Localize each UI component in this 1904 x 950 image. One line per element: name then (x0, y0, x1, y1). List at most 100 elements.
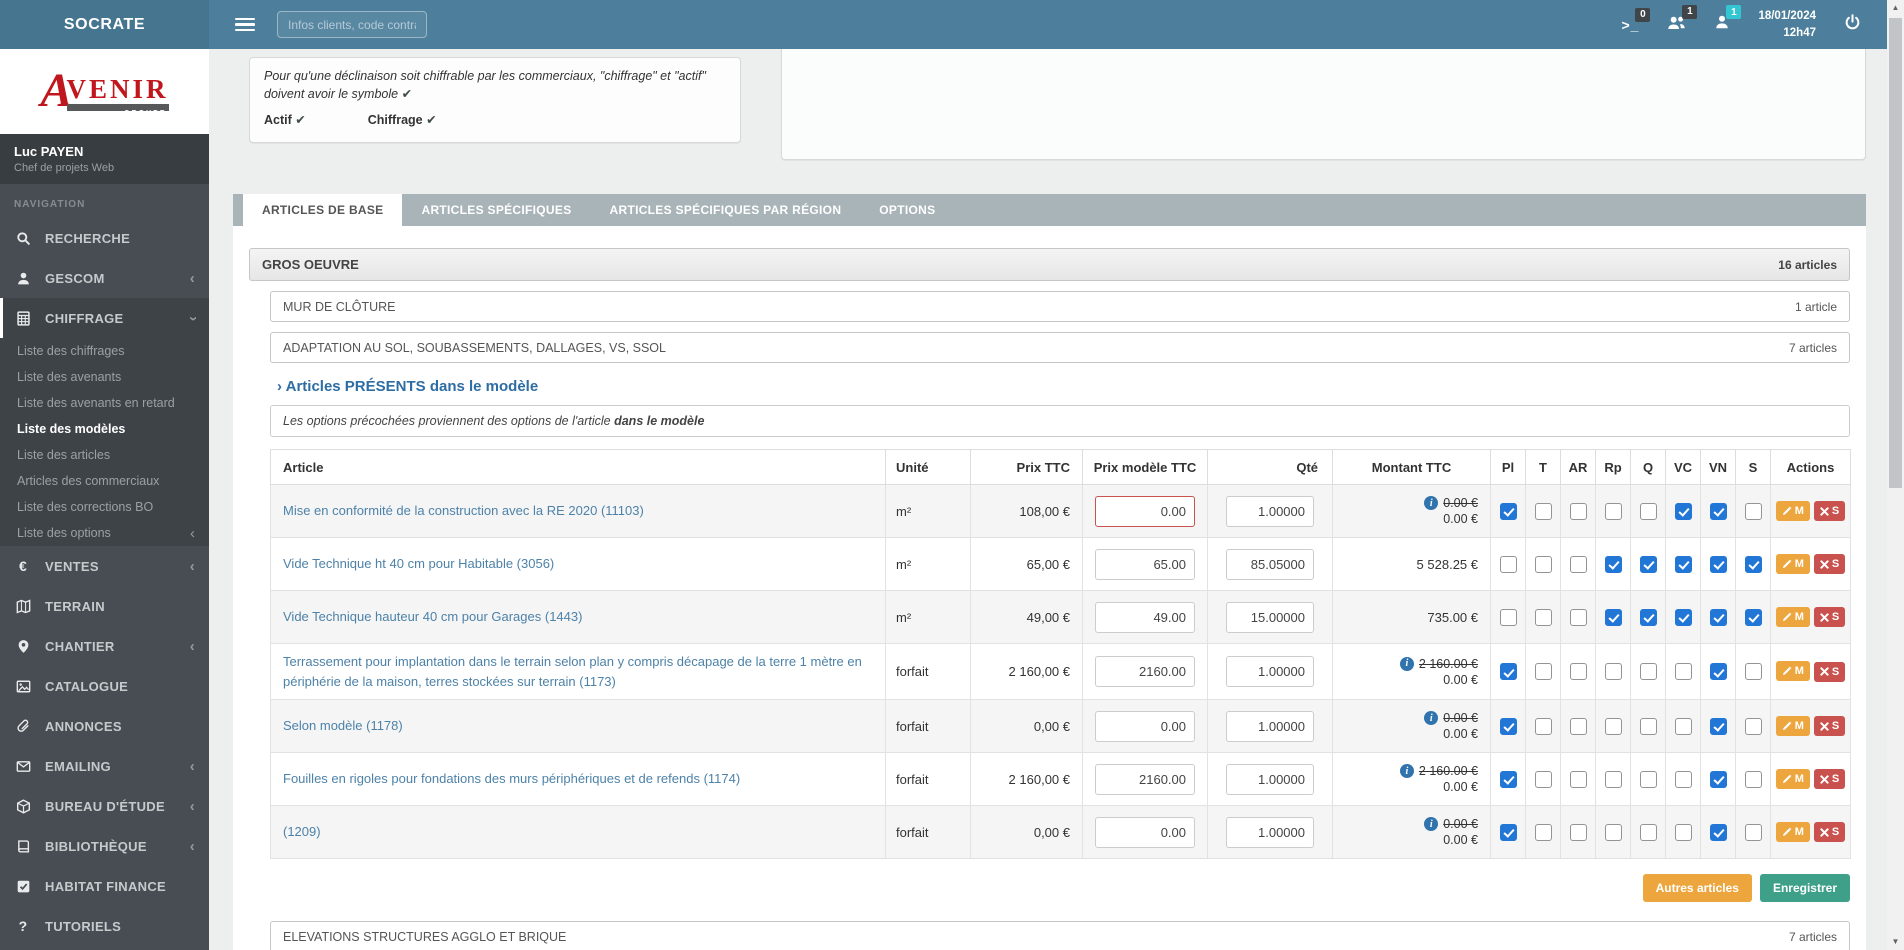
sidebar-subitem-liste-des-articles[interactable]: Liste des articles (0, 442, 209, 468)
sidebar-item-emailing[interactable]: EMAILING ‹ (0, 746, 209, 786)
scroll-up-icon[interactable]: ▲ (1887, 0, 1904, 16)
checkbox-vc[interactable] (1674, 823, 1692, 841)
qte-input[interactable] (1226, 710, 1314, 742)
checkbox-vc[interactable] (1674, 663, 1692, 681)
scroll-down-icon[interactable]: ▼ (1887, 934, 1904, 950)
modify-button[interactable]: M (1775, 606, 1810, 627)
checkbox-pl[interactable] (1499, 717, 1517, 735)
checkbox-rp[interactable] (1604, 663, 1622, 681)
checkbox-rp[interactable] (1604, 608, 1622, 626)
sidebar-subitem-liste-des-modeles[interactable]: Liste des modèles (0, 416, 209, 442)
qte-input[interactable] (1226, 495, 1314, 527)
article-link[interactable]: Terrassement pour implantation dans le t… (283, 654, 862, 689)
checkbox-rp[interactable] (1604, 555, 1622, 573)
qte-input[interactable] (1226, 763, 1314, 795)
info-icon[interactable]: i (1424, 496, 1439, 510)
qte-input[interactable] (1226, 656, 1314, 687)
checkbox-ar[interactable] (1569, 608, 1587, 626)
info-icon[interactable]: i (1399, 656, 1414, 671)
checkbox-s[interactable] (1744, 823, 1762, 841)
checkbox-vn[interactable] (1709, 823, 1727, 841)
checkbox-ar[interactable] (1569, 770, 1587, 788)
clients-icon[interactable]: 1 (1667, 4, 1698, 36)
checkbox-ar[interactable] (1569, 555, 1587, 573)
article-link[interactable]: Selon modèle (1178) (283, 718, 403, 733)
article-link[interactable]: Vide Technique ht 40 cm pour Habitable (… (283, 556, 554, 571)
suppress-button[interactable]: S (1813, 607, 1846, 628)
prix-modele-input[interactable] (1095, 710, 1195, 742)
menu-toggle-icon[interactable] (235, 15, 255, 35)
suppress-button[interactable]: S (1813, 661, 1846, 682)
user-icon[interactable]: 1 (1714, 5, 1742, 35)
section-header-elevations[interactable]: ELEVATIONS STRUCTURES AGGLO ET BRIQUE 7 … (270, 921, 1850, 950)
terminal-icon[interactable]: >_ 0 (1621, 7, 1651, 33)
scrollbar-thumb[interactable] (1889, 18, 1902, 488)
checkbox-rp[interactable] (1604, 823, 1622, 841)
article-link[interactable]: Fouilles en rigoles pour fondations des … (283, 771, 740, 786)
prix-modele-input[interactable] (1095, 763, 1195, 795)
sidebar-item-gescom[interactable]: GESCOM ‹ (0, 258, 209, 298)
modify-button[interactable]: M (1775, 768, 1810, 789)
checkbox-t[interactable] (1534, 717, 1552, 735)
prix-modele-input[interactable] (1095, 601, 1195, 633)
article-link[interactable]: Vide Technique hauteur 40 cm pour Garage… (283, 609, 582, 624)
checkbox-t[interactable] (1534, 555, 1552, 573)
checkbox-q[interactable] (1639, 663, 1657, 681)
article-link[interactable]: Mise en conformité de la construction av… (283, 503, 644, 518)
modify-button[interactable]: M (1775, 821, 1810, 842)
checkbox-vc[interactable] (1674, 555, 1692, 573)
checkbox-pl[interactable] (1499, 663, 1517, 681)
checkbox-pl[interactable] (1499, 555, 1517, 573)
power-icon[interactable] (1844, 13, 1861, 36)
checkbox-ar[interactable] (1569, 663, 1587, 681)
checkbox-rp[interactable] (1604, 770, 1622, 788)
qte-input[interactable] (1226, 601, 1314, 633)
checkbox-ar[interactable] (1569, 717, 1587, 735)
sidebar-item-habitat-finance[interactable]: HABITAT FINANCE (0, 866, 209, 906)
sidebar-item-ventes[interactable]: € VENTES ‹ (0, 546, 209, 586)
sidebar-item-chiffrage[interactable]: CHIFFRAGE ‹ (0, 298, 209, 338)
section-header-gros-oeuvre[interactable]: GROS OEUVRE 16 articles (249, 248, 1850, 281)
sidebar-item-terrain[interactable]: TERRAIN (0, 586, 209, 626)
sidebar-item-annonces[interactable]: ANNONCES (0, 706, 209, 746)
checkbox-vn[interactable] (1709, 770, 1727, 788)
prix-modele-input[interactable] (1095, 548, 1195, 580)
checkbox-rp[interactable] (1604, 717, 1622, 735)
tab-articles-specifiques-par-region[interactable]: ARTICLES SPÉCIFIQUES PAR RÉGION (591, 194, 861, 226)
sidebar-subitem-liste-des-avenants-en-retard[interactable]: Liste des avenants en retard (0, 390, 209, 416)
checkbox-q[interactable] (1639, 555, 1657, 573)
checkbox-rp[interactable] (1604, 502, 1622, 520)
checkbox-s[interactable] (1744, 555, 1762, 573)
checkbox-vc[interactable] (1674, 770, 1692, 788)
sidebar-item-recherche[interactable]: RECHERCHE (0, 218, 209, 258)
article-link[interactable]: (1209) (283, 824, 321, 839)
checkbox-vn[interactable] (1709, 717, 1727, 735)
checkbox-vn[interactable] (1709, 555, 1727, 573)
tab-articles-specifiques[interactable]: ARTICLES SPÉCIFIQUES (402, 194, 590, 226)
checkbox-ar[interactable] (1569, 502, 1587, 520)
tab-articles-de-base[interactable]: ARTICLES DE BASE (243, 194, 403, 226)
checkbox-s[interactable] (1744, 770, 1762, 788)
global-search-input[interactable] (277, 11, 427, 38)
modify-button[interactable]: M (1775, 661, 1810, 682)
section-header-adaptation-au-sol-soubassements-dallages-vs-ssol[interactable]: ADAPTATION AU SOL, SOUBASSEMENTS, DALLAG… (270, 332, 1850, 363)
sidebar-subitem-liste-des-options[interactable]: Liste des options ‹ (0, 520, 209, 546)
checkbox-q[interactable] (1639, 717, 1657, 735)
checkbox-vc[interactable] (1674, 717, 1692, 735)
autres-articles-button[interactable]: Autres articles (1642, 874, 1752, 902)
checkbox-pl[interactable] (1499, 823, 1517, 841)
checkbox-s[interactable] (1744, 663, 1762, 681)
checkbox-vc[interactable] (1674, 502, 1692, 520)
checkbox-q[interactable] (1639, 502, 1657, 520)
checkbox-t[interactable] (1534, 770, 1552, 788)
modify-button[interactable]: M (1775, 715, 1810, 736)
checkbox-ar[interactable] (1569, 823, 1587, 841)
info-icon[interactable]: i (1424, 711, 1439, 725)
checkbox-s[interactable] (1744, 717, 1762, 735)
suppress-button[interactable]: S (1813, 554, 1846, 575)
suppress-button[interactable]: S (1813, 822, 1846, 843)
sidebar-subitem-liste-des-corrections-bo[interactable]: Liste des corrections BO (0, 494, 209, 520)
info-icon[interactable]: i (1399, 764, 1414, 778)
checkbox-t[interactable] (1534, 823, 1552, 841)
checkbox-vn[interactable] (1709, 608, 1727, 626)
